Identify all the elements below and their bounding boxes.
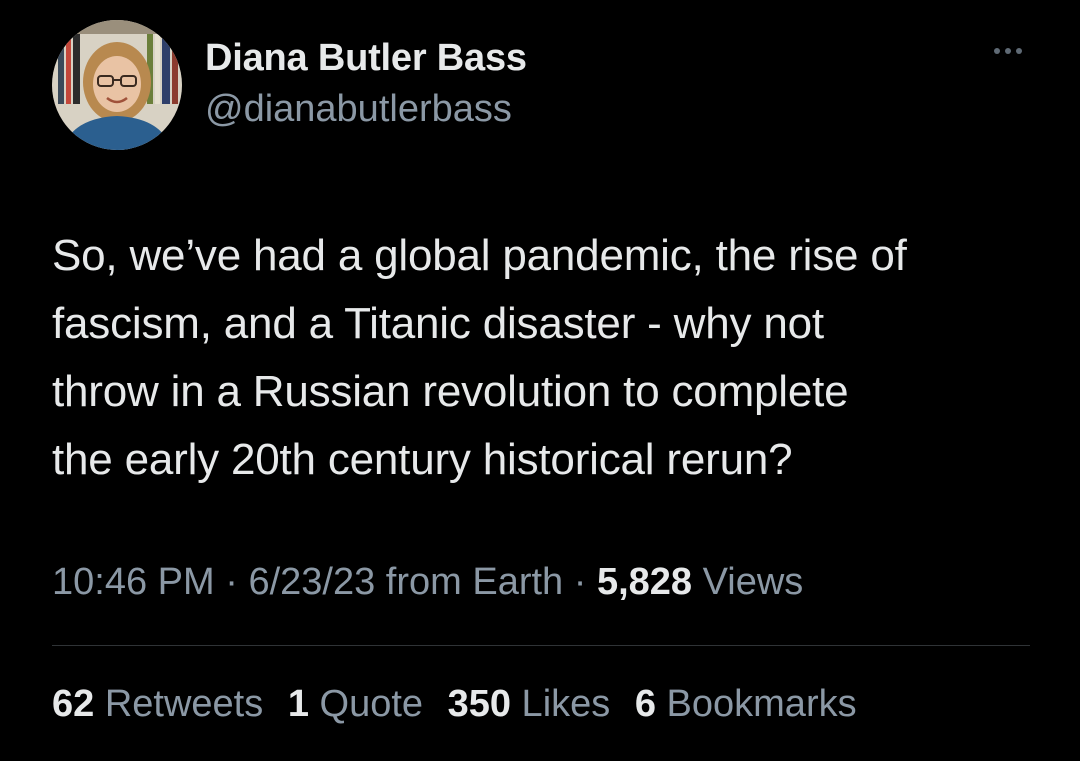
meta-separator: · [563, 561, 597, 603]
divider [52, 645, 1030, 646]
more-horizontal-icon [994, 48, 1000, 54]
retweets-label: Retweets [94, 683, 264, 725]
tweet-time[interactable]: 10:46 PM [52, 561, 215, 603]
bookmarks-label: Bookmarks [655, 683, 857, 725]
avatar[interactable] [52, 20, 182, 150]
tweet-text-line: fascism, and a Titanic disaster - why no… [52, 299, 824, 348]
tweet-text-line: the early 20th century historical rerun? [52, 435, 793, 484]
more-options-button[interactable] [980, 36, 1036, 66]
likes-stat[interactable]: 350 Likes [448, 683, 611, 725]
author-info: Diana Butler Bass @dianabutlerbass [205, 36, 527, 131]
quotes-label: Quote [308, 683, 424, 725]
likes-label: Likes [511, 683, 611, 725]
retweets-stat[interactable]: 62 Retweets [52, 683, 263, 725]
tweet-text-line: So, we’ve had a global pandemic, the ris… [52, 231, 907, 280]
views-label[interactable]: Views [692, 561, 804, 603]
views-count[interactable]: 5,828 [597, 561, 692, 603]
author-handle[interactable]: @dianabutlerbass [205, 87, 527, 131]
engagement-stats: 62 Retweets 1 Quote 350 Likes 6 Bookmark… [52, 680, 871, 728]
tweet-text-line: throw in a Russian revolution to complet… [52, 367, 849, 416]
bookmarks-count: 6 [634, 683, 656, 725]
quotes-stat[interactable]: 1 Quote [288, 683, 423, 725]
meta-separator: · [214, 561, 249, 603]
tweet-text: So, we’ve had a global pandemic, the ris… [52, 222, 1052, 494]
likes-count: 350 [447, 683, 511, 725]
quotes-count: 1 [287, 683, 309, 725]
tweet-card: Diana Butler Bass @dianabutlerbass So, w… [0, 0, 1080, 761]
retweets-count: 62 [52, 683, 95, 725]
tweet-date[interactable]: 6/23/23 [248, 561, 375, 603]
author-display-name[interactable]: Diana Butler Bass [205, 36, 527, 80]
tweet-meta: 10:46 PM · 6/23/23 from Earth · 5,828 Vi… [52, 558, 803, 606]
tweet-source: from Earth [375, 561, 564, 603]
avatar-image [52, 20, 182, 150]
bookmarks-stat[interactable]: 6 Bookmarks [635, 683, 857, 725]
